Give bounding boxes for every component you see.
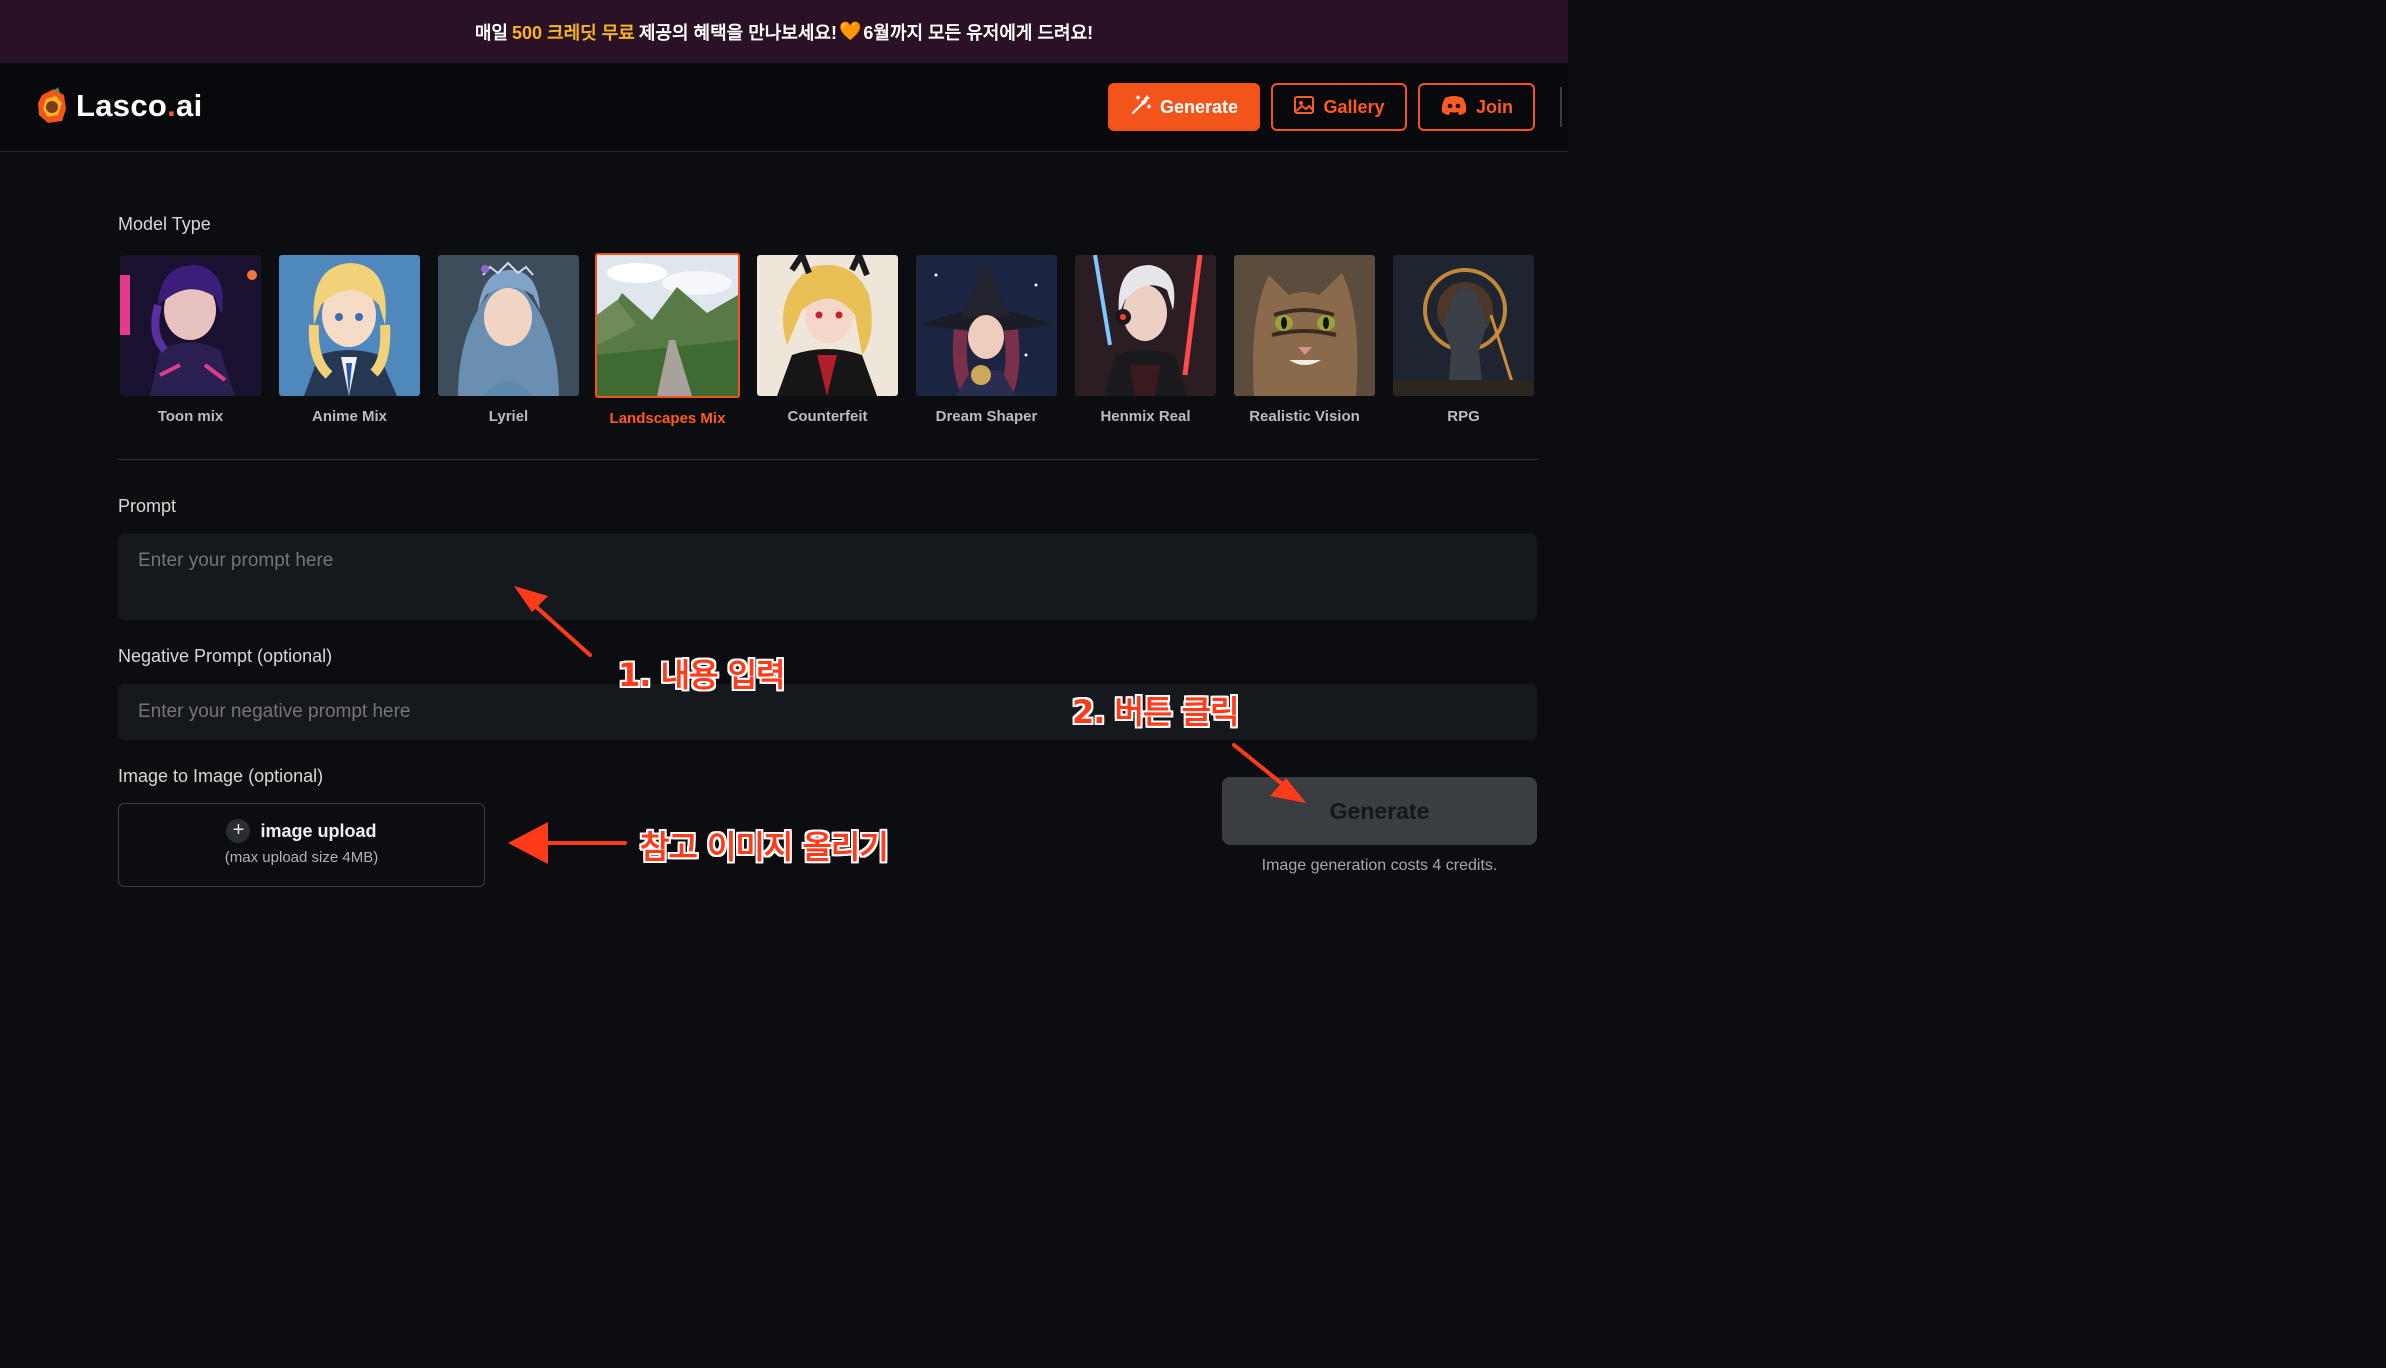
banner-highlight: 500 크레딧 무료 bbox=[511, 22, 635, 43]
nav-gallery-label: Gallery bbox=[1323, 96, 1385, 117]
image-icon bbox=[1293, 94, 1315, 121]
credits-note: Image generation costs 4 credits. bbox=[1261, 857, 1498, 874]
banner-text-b: 제공의 혜택을 만나보세요! bbox=[638, 22, 837, 43]
annotation-step1: 1. 내용 입력 bbox=[618, 656, 785, 694]
model-name: Henmix Real bbox=[1100, 408, 1191, 425]
image-upload-label: image upload bbox=[260, 820, 377, 841]
model-selector: Toon mix Anime Mix Lyriel Landscapes Mix… bbox=[118, 253, 1538, 433]
model-type-label: Model Type bbox=[118, 214, 211, 234]
model-thumbnail bbox=[757, 255, 898, 396]
prompt-input[interactable] bbox=[118, 534, 1537, 620]
model-thumbnail bbox=[438, 255, 579, 396]
model-option-rpg[interactable]: RPG bbox=[1391, 253, 1536, 425]
magic-wand-icon bbox=[1130, 94, 1152, 121]
annotation-step2: 2. 버튼 클릭 bbox=[1072, 693, 1239, 731]
image-upload-dropzone[interactable]: + image upload (max upload size 4MB) bbox=[118, 803, 485, 887]
model-option-realistic-vision[interactable]: Realistic Vision bbox=[1232, 253, 1377, 425]
logo[interactable]: Lasco.ai bbox=[36, 87, 203, 125]
model-name: Lyriel bbox=[488, 408, 529, 425]
nav-join-label: Join bbox=[1475, 96, 1513, 117]
model-thumbnail bbox=[279, 255, 420, 396]
logo-mark-icon bbox=[36, 87, 68, 125]
heart-icon: 🧡 bbox=[838, 21, 862, 41]
generate-button[interactable]: Generate bbox=[1222, 777, 1537, 845]
nav-gallery-button[interactable]: Gallery bbox=[1271, 83, 1407, 131]
model-thumbnail bbox=[1234, 255, 1375, 396]
model-option-landscapes-mix[interactable]: Landscapes Mix bbox=[595, 253, 740, 427]
model-option-counterfeit[interactable]: Counterfeit bbox=[755, 253, 900, 425]
model-thumbnail bbox=[1075, 255, 1216, 396]
annotation-upload-hint: 참고 이미지 올리기 bbox=[640, 828, 889, 866]
banner-text-a: 매일 bbox=[474, 22, 508, 43]
prompt-label: Prompt bbox=[118, 496, 177, 516]
model-option-toon-mix[interactable]: Toon mix bbox=[118, 253, 263, 425]
model-name: Realistic Vision bbox=[1249, 408, 1360, 425]
negative-prompt-input[interactable] bbox=[118, 684, 1537, 740]
logo-text: Lasco.ai bbox=[76, 88, 203, 123]
model-name: Counterfeit bbox=[787, 408, 868, 425]
img2img-label: Image to Image (optional) bbox=[118, 766, 324, 786]
nav-generate-button[interactable]: Generate bbox=[1108, 83, 1260, 131]
model-option-dream-shaper[interactable]: Dream Shaper bbox=[914, 253, 1059, 425]
header-edge-divider bbox=[1560, 87, 1562, 127]
header: Lasco.ai Generate Gallery Join bbox=[0, 63, 1568, 152]
model-thumbnail bbox=[1393, 255, 1534, 396]
upload-size-note: (max upload size 4MB) bbox=[224, 849, 379, 866]
model-thumbnail bbox=[916, 255, 1057, 396]
model-thumbnail bbox=[120, 255, 261, 396]
promo-banner: 매일 500 크레딧 무료 제공의 혜택을 만나보세요! 🧡 6월까지 모든 유… bbox=[0, 0, 1568, 63]
model-option-anime-mix[interactable]: Anime Mix bbox=[277, 253, 422, 425]
model-thumbnail bbox=[595, 253, 740, 398]
banner-text-c: 6월까지 모든 유저에게 드려요! bbox=[863, 22, 1094, 43]
nav-join-button[interactable]: Join bbox=[1418, 83, 1535, 131]
model-name: RPG bbox=[1447, 408, 1480, 425]
negative-prompt-label: Negative Prompt (optional) bbox=[118, 646, 333, 666]
nav-generate-label: Generate bbox=[1159, 96, 1239, 117]
model-name: Anime Mix bbox=[311, 408, 387, 425]
model-option-henmix-real[interactable]: Henmix Real bbox=[1073, 253, 1218, 425]
model-name: Toon mix bbox=[157, 408, 224, 425]
model-option-lyriel[interactable]: Lyriel bbox=[436, 253, 581, 425]
model-name: Dream Shaper bbox=[935, 408, 1038, 425]
plus-icon: + bbox=[226, 819, 251, 843]
section-divider bbox=[118, 459, 1538, 460]
discord-icon bbox=[1440, 94, 1468, 121]
model-name: Landscapes Mix bbox=[609, 410, 726, 427]
